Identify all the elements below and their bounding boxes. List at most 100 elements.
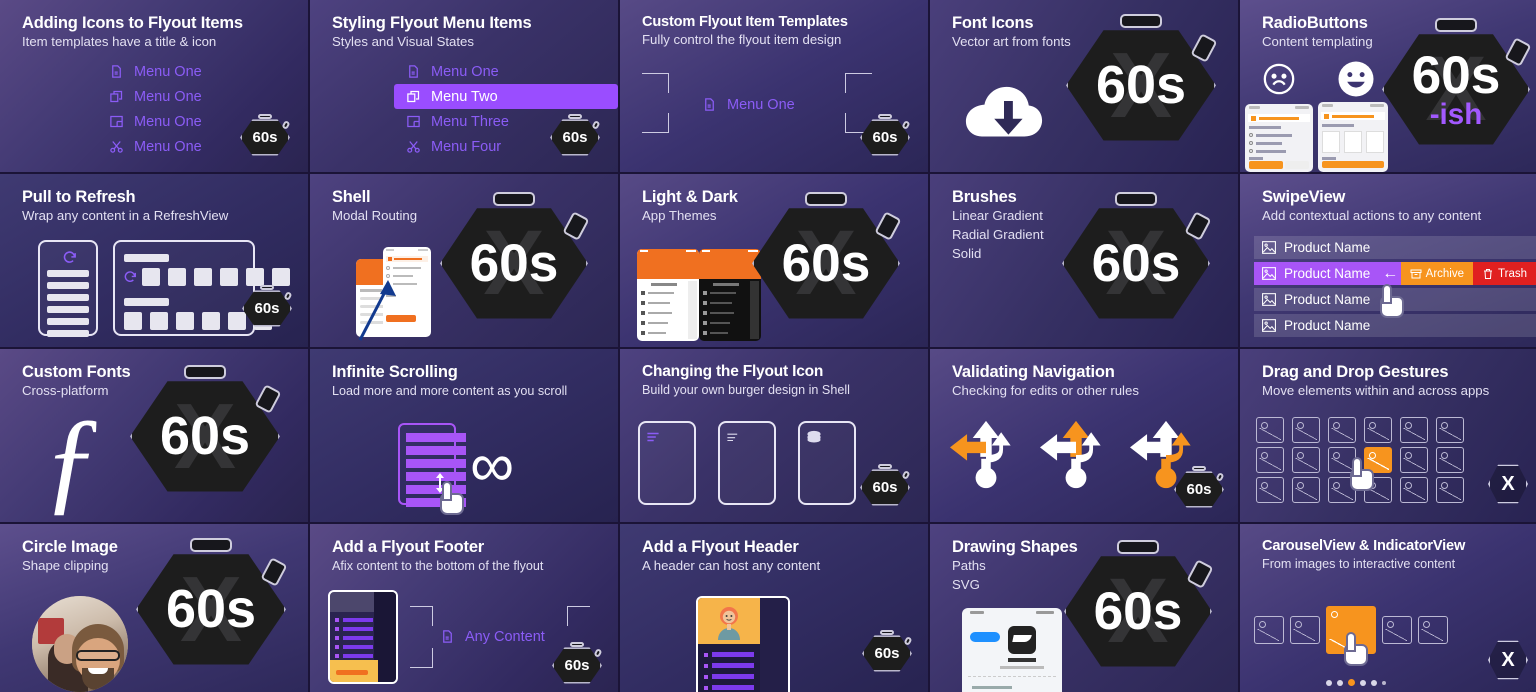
card-title: Drag and Drop Gestures: [1262, 363, 1449, 381]
card-brushes[interactable]: Brushes Linear Gradient Radial Gradient …: [930, 174, 1238, 347]
image-tile[interactable]: [1436, 417, 1464, 443]
trash-action-label: Trash: [1498, 267, 1527, 280]
duration-badge: X 60s: [1066, 14, 1218, 154]
indicator-dot[interactable]: [1382, 680, 1386, 685]
card-add-a-flyout-header[interactable]: Add a Flyout Header A header can host an…: [620, 524, 928, 692]
indicator-dot-active[interactable]: [1348, 679, 1355, 686]
card-infinite-scrolling[interactable]: Infinite Scrolling Load more and more co…: [310, 349, 618, 522]
image-tile[interactable]: [1292, 417, 1320, 443]
archive-action-label: Archive: [1425, 267, 1465, 280]
device-frame-3: [798, 421, 856, 505]
card-subtitle: Wrap any content in a RefreshView: [22, 208, 229, 224]
card-drag-and-drop-gestures[interactable]: Drag and Drop Gestures Move elements wit…: [1240, 349, 1536, 522]
image-tile[interactable]: [1436, 447, 1464, 473]
copy-icon: [407, 91, 420, 103]
happy-face-icon: [1338, 61, 1374, 97]
indicator-dot[interactable]: [1360, 679, 1366, 686]
card-radiobuttons[interactable]: RadioButtons Content templating X 60s -is…: [1240, 0, 1536, 172]
phone-screenshot-a: [1245, 104, 1313, 172]
card-subtitle: Fully control the flyout item design: [642, 32, 842, 48]
hand-cursor-icon: [1380, 284, 1406, 318]
document-icon: [705, 98, 714, 111]
menu-item[interactable]: Menu One: [394, 59, 618, 84]
image-tile[interactable]: [1400, 447, 1428, 473]
device-frame-landscape: [113, 240, 290, 336]
card-custom-flyout-item-templates[interactable]: Custom Flyout Item Templates Fully contr…: [620, 0, 928, 172]
image-tile[interactable]: [1400, 477, 1428, 503]
image-tile[interactable]: [1292, 447, 1320, 473]
list-item[interactable]: Product Name: [1254, 236, 1536, 259]
duration-badge: X 60s: [130, 365, 282, 505]
menu-item[interactable]: Menu One: [97, 59, 308, 84]
card-pull-to-refresh[interactable]: Pull to Refresh Wrap any content in a Re…: [0, 174, 308, 347]
document-icon: [112, 65, 121, 79]
card-shell[interactable]: Shell Modal Routing X 60s: [310, 174, 618, 347]
duration-badge: 60s: [1174, 466, 1225, 512]
device-frame-1: [638, 421, 696, 505]
menu-item-label: Menu One: [134, 113, 202, 130]
carousel-item[interactable]: [1382, 616, 1412, 644]
menu-item-label: Menu Two: [431, 88, 498, 105]
image-tile[interactable]: [1256, 417, 1284, 443]
trash-action-button[interactable]: Trash: [1473, 262, 1536, 285]
swipe-left-arrow-icon: ←: [1382, 264, 1399, 282]
card-subtitle: Checking for edits or other rules: [952, 383, 1139, 399]
scissors-icon: [407, 141, 420, 154]
image-tile[interactable]: [1256, 447, 1284, 473]
badge-suffix: -ish: [1429, 97, 1483, 131]
duration-badge: X 60s -ish: [1382, 18, 1532, 158]
document-icon: [409, 65, 418, 79]
cloud-download-icon: [965, 86, 1043, 137]
duration-badge: 60s: [860, 114, 911, 160]
menu-item[interactable]: Menu One: [690, 92, 807, 117]
infinity-icon: ∞: [470, 431, 515, 500]
card-custom-fonts[interactable]: Custom Fonts Cross-platform ƒ X 60s: [0, 349, 308, 522]
card-carouselview-and-indicatorview[interactable]: CarouselView & IndicatorView From images…: [1240, 524, 1536, 692]
card-styling-flyout-menu-items[interactable]: Styling Flyout Menu Items Styles and Vis…: [310, 0, 618, 172]
hand-cursor-icon: [1350, 457, 1376, 491]
card-changing-the-flyout-icon[interactable]: Changing the Flyout Icon Build your own …: [620, 349, 928, 522]
card-swipeview[interactable]: SwipeView Add contextual actions to any …: [1240, 174, 1536, 347]
indicator-dot[interactable]: [1326, 679, 1332, 686]
card-subtitle: Afix content to the bottom of the flyout: [332, 559, 544, 574]
burger-icon-lines: [647, 432, 659, 442]
image-tile[interactable]: [1364, 417, 1392, 443]
carousel-item[interactable]: [1290, 616, 1320, 644]
image-tile[interactable]: [1436, 477, 1464, 503]
card-title: SwipeView: [1262, 188, 1346, 206]
card-title: Changing the Flyout Icon: [642, 363, 824, 380]
duration-badge: X 60s: [1062, 192, 1212, 332]
menu-item-label: Menu Three: [431, 113, 509, 130]
card-circle-image[interactable]: Circle Image Shape clipping X 60s: [0, 524, 308, 692]
card-validating-navigation[interactable]: Validating Navigation Checking for edits…: [930, 349, 1238, 522]
image-tile[interactable]: [1400, 417, 1428, 443]
card-font-icons[interactable]: Font Icons Vector art from fonts X 60s: [930, 0, 1238, 172]
image-tile[interactable]: [1328, 417, 1356, 443]
menu-item[interactable]: Menu One: [97, 84, 308, 109]
card-adding-icons-to-flyout-items[interactable]: Adding Icons to Flyout Items Item templa…: [0, 0, 308, 172]
card-light-and-dark[interactable]: Light & Dark App Themes X 60s: [620, 174, 928, 347]
layers-icon: [110, 116, 123, 128]
navigation-arrow-clusters: [946, 419, 1206, 491]
archive-action-button[interactable]: Archive: [1400, 262, 1474, 285]
card-add-a-flyout-footer[interactable]: Add a Flyout Footer Afix content to the …: [310, 524, 618, 692]
menu-item-selected[interactable]: Menu Two: [394, 84, 618, 110]
any-content-placeholder[interactable]: Any Content: [428, 624, 557, 649]
card-title: Pull to Refresh: [22, 188, 136, 206]
script-f-glyph: ƒ: [42, 394, 101, 522]
image-tile[interactable]: [1292, 477, 1320, 503]
flyout-device-frame: [328, 590, 398, 684]
indicator-dot[interactable]: [1337, 679, 1343, 686]
carousel-item[interactable]: [1254, 616, 1284, 644]
flyout-device-frame: [696, 596, 790, 692]
indicator-dot[interactable]: [1371, 679, 1377, 686]
card-title: Styling Flyout Menu Items: [332, 14, 532, 32]
list-item-selected[interactable]: Product Name ← Archive Trash: [1254, 262, 1536, 285]
menu-item-label: Menu Four: [431, 138, 502, 155]
carousel-item[interactable]: [1418, 616, 1448, 644]
image-tile[interactable]: [1256, 477, 1284, 503]
image-placeholder-icon: [1262, 319, 1276, 332]
duration-badge: 60s: [552, 642, 603, 688]
card-drawing-shapes[interactable]: Drawing Shapes Paths SVG X 60s: [930, 524, 1238, 692]
circular-profile-photo: [32, 596, 128, 692]
